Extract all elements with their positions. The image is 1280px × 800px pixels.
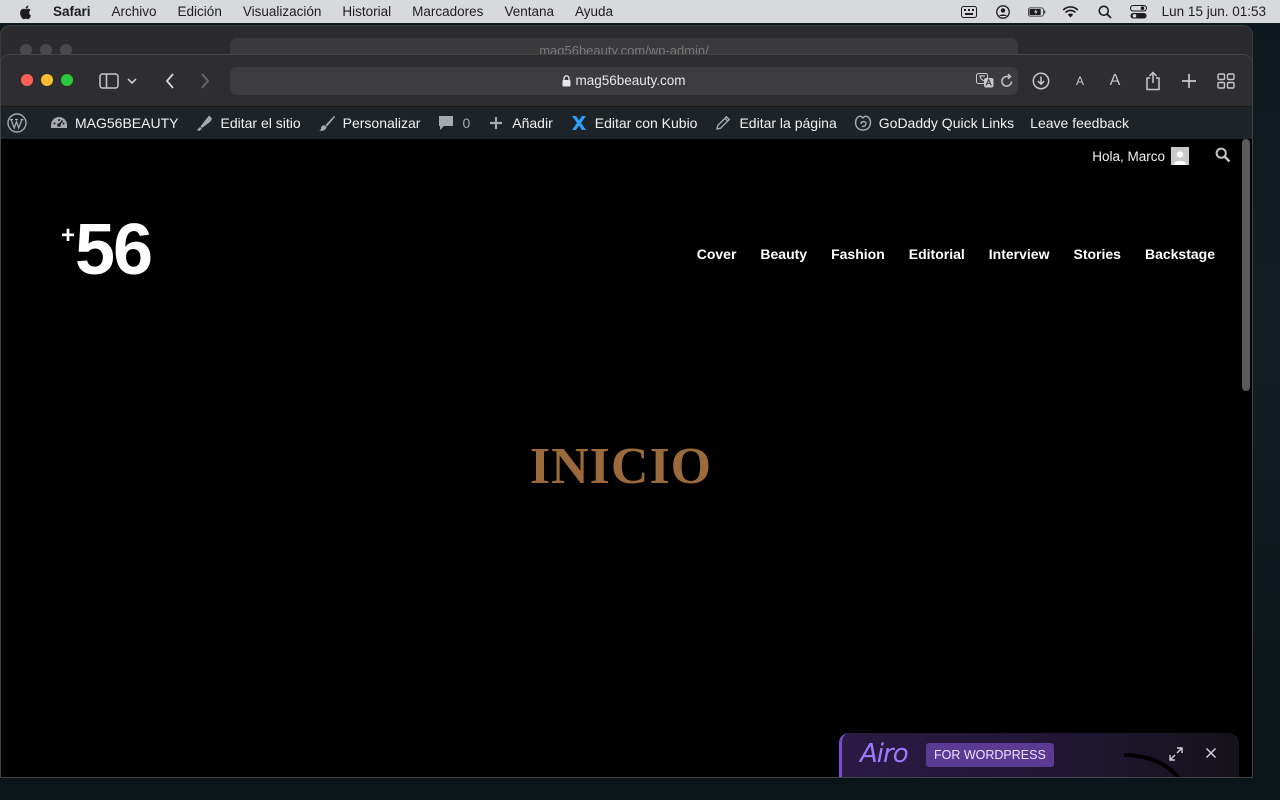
greeting-text: Hola, Marco: [1092, 148, 1165, 164]
control-center-icon[interactable]: [1130, 4, 1148, 19]
user-account-icon[interactable]: [994, 4, 1012, 19]
add-new-label: Añadir: [512, 115, 553, 131]
airo-badge: FOR WORDPRESS: [926, 743, 1054, 767]
customize-menu[interactable]: Personalizar: [317, 107, 421, 139]
lock-icon: [562, 75, 571, 87]
search-icon[interactable]: [1215, 147, 1231, 168]
godaddy-links-menu[interactable]: GoDaddy Quick Links: [853, 107, 1014, 139]
minimize-window-button[interactable]: [41, 74, 53, 86]
downloads-icon[interactable]: [1029, 69, 1053, 93]
site-name-label: MAG56BEAUTY: [75, 115, 179, 131]
nav-item-beauty[interactable]: Beauty: [760, 246, 807, 262]
nav-item-backstage[interactable]: Backstage: [1145, 246, 1215, 262]
godaddy-label: GoDaddy Quick Links: [878, 115, 1015, 131]
wordpress-menu[interactable]: [7, 107, 33, 139]
new-tab-plus-icon[interactable]: [1177, 69, 1201, 93]
dashboard-gauge-icon: [49, 113, 69, 133]
sidebar-toggle-icon[interactable]: [97, 69, 121, 93]
feedback-label: Leave feedback: [1030, 115, 1130, 131]
user-greeting[interactable]: Hola, Marco: [1092, 147, 1189, 165]
battery-charging-icon[interactable]: [1027, 5, 1046, 19]
browser-toolbar: mag56beauty.com A A: [1, 55, 1252, 107]
chevron-down-icon[interactable]: [124, 69, 140, 93]
menu-visualizacion[interactable]: Visualización: [243, 4, 322, 19]
menu-app-safari[interactable]: Safari: [53, 4, 91, 19]
apple-logo-icon[interactable]: [18, 4, 34, 20]
edit-site-label: Editar el sitio: [220, 115, 301, 131]
comments-count: 0: [462, 115, 471, 131]
address-bar[interactable]: mag56beauty.com: [230, 67, 1018, 95]
macos-menubar: Safari Archivo Edición Visualización His…: [0, 0, 1280, 23]
edit-site-menu[interactable]: Editar el sitio: [194, 107, 301, 139]
site-logo[interactable]: +56: [61, 214, 153, 286]
menu-historial[interactable]: Historial: [342, 4, 391, 19]
page-title: INICIO: [529, 438, 713, 495]
translate-icon[interactable]: [976, 73, 994, 93]
spotlight-search-icon[interactable]: [1096, 5, 1114, 19]
wp-admin-bar: MAG56BEAUTY Editar el sitio Personalizar…: [1, 107, 1252, 139]
forward-arrow-icon[interactable]: [193, 69, 217, 93]
text-smaller-icon[interactable]: A: [1068, 69, 1092, 93]
logo-number: 56: [75, 210, 153, 290]
page-scrollbar[interactable]: [1240, 139, 1250, 777]
menu-marcadores[interactable]: Marcadores: [412, 4, 483, 19]
keyboard-input-icon[interactable]: [960, 5, 978, 19]
website-page: Hola, Marco +56 Cover Beauty Fashion Edi…: [1, 139, 1241, 777]
menu-archivo[interactable]: Archivo: [112, 4, 157, 19]
share-icon[interactable]: [1141, 69, 1165, 93]
logo-plus: +: [61, 222, 76, 249]
kubio-edit-menu[interactable]: Editar con Kubio: [569, 107, 698, 139]
comment-bubble-icon: [436, 113, 456, 133]
avatar[interactable]: [1171, 147, 1189, 165]
site-name-menu[interactable]: MAG56BEAUTY: [49, 107, 178, 139]
edit-page-menu[interactable]: Editar la página: [713, 107, 837, 139]
text-larger-icon[interactable]: A: [1103, 69, 1127, 93]
paintbrush-icon: [317, 113, 337, 133]
menu-ayuda[interactable]: Ayuda: [575, 4, 613, 19]
brush-edit-icon: [194, 113, 214, 133]
menubar-clock[interactable]: Lun 15 jun. 01:53: [1162, 4, 1266, 19]
close-icon[interactable]: [1205, 746, 1217, 764]
nav-item-stories[interactable]: Stories: [1073, 246, 1120, 262]
url-text: mag56beauty.com: [575, 73, 686, 88]
customize-label: Personalizar: [342, 115, 421, 131]
status-area: Lun 15 jun. 01:53: [944, 0, 1266, 23]
airo-logo: Airo: [860, 739, 909, 769]
nav-item-interview[interactable]: Interview: [989, 246, 1050, 262]
back-arrow-icon[interactable]: [158, 69, 182, 93]
window-controls: [21, 74, 73, 86]
kubio-logo-icon: [569, 113, 589, 133]
address-bar-url[interactable]: mag56beauty.com: [230, 67, 1018, 95]
leave-feedback-link[interactable]: Leave feedback: [1030, 107, 1129, 139]
nav-item-cover[interactable]: Cover: [697, 246, 737, 262]
godaddy-logo-icon: [853, 113, 873, 133]
menu-ventana[interactable]: Ventana: [504, 4, 554, 19]
nav-item-editorial[interactable]: Editorial: [909, 246, 965, 262]
safari-window: mag56beauty.com A A MAG56BEAUTY Editar e…: [0, 54, 1253, 778]
nav-item-fashion[interactable]: Fashion: [831, 246, 885, 262]
kubio-edit-label: Editar con Kubio: [594, 115, 698, 131]
plus-icon: [486, 113, 506, 133]
wordpress-logo-icon: [7, 113, 27, 133]
scrollbar-thumb[interactable]: [1242, 139, 1250, 391]
add-new-menu[interactable]: Añadir: [486, 107, 553, 139]
zoom-window-button[interactable]: [61, 74, 73, 86]
comments-menu[interactable]: 0: [436, 107, 470, 139]
menu-edicion[interactable]: Edición: [178, 4, 222, 19]
close-window-button[interactable]: [21, 74, 33, 86]
reload-icon[interactable]: [1000, 73, 1014, 94]
expand-icon[interactable]: [1169, 747, 1183, 766]
tab-overview-icon[interactable]: [1214, 69, 1238, 93]
pencil-icon: [713, 113, 733, 133]
airo-widget[interactable]: Airo FOR WORDPRESS: [839, 733, 1239, 777]
edit-page-label: Editar la página: [739, 115, 837, 131]
main-navigation: Cover Beauty Fashion Editorial Interview…: [697, 246, 1215, 262]
wifi-icon[interactable]: [1062, 5, 1080, 19]
